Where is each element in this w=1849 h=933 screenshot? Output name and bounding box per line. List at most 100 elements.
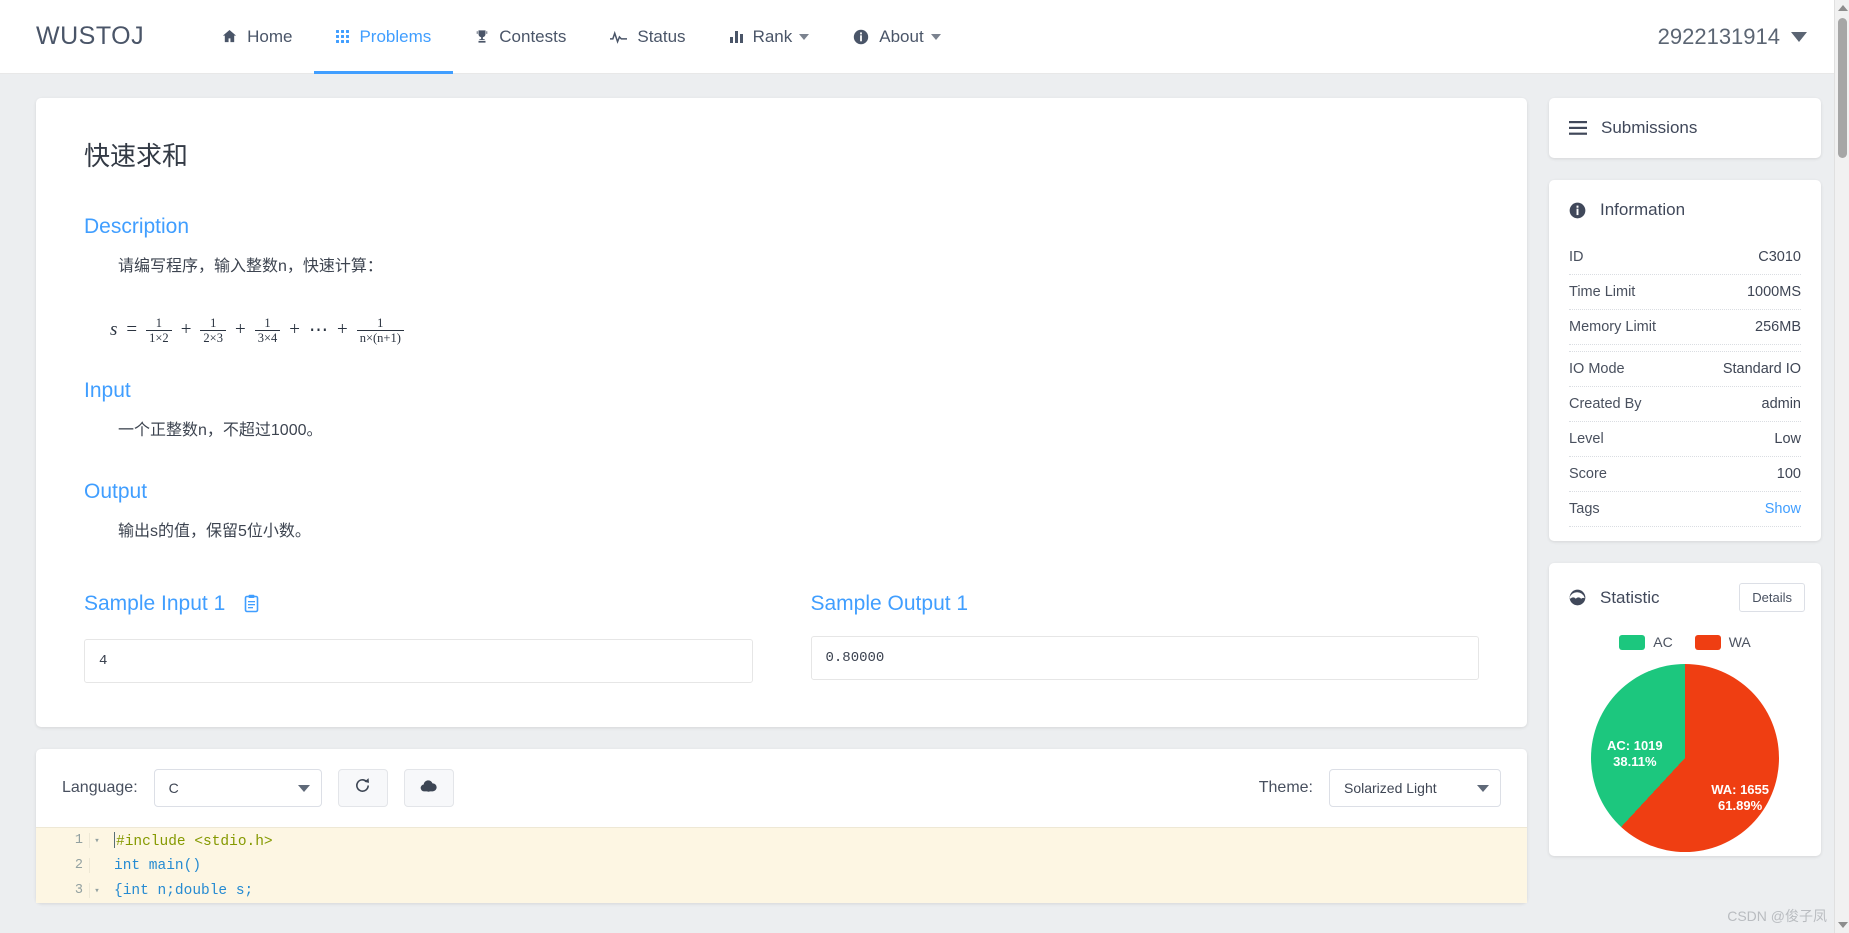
- code-line: 2 int main(): [36, 853, 1527, 878]
- submit-code-button[interactable]: [403, 769, 454, 808]
- info-row-spacer: [1569, 345, 1801, 352]
- formula-term-2-den: 2×3: [200, 329, 226, 345]
- formula-term-3-den: 3×4: [254, 329, 281, 345]
- home-icon: [222, 29, 237, 44]
- code-line-number: 3: [36, 883, 90, 899]
- theme-label: Theme:: [1258, 779, 1313, 797]
- code-fold-toggle[interactable]: ▾: [90, 886, 104, 896]
- statistic-details-button[interactable]: Details: [1739, 583, 1805, 612]
- left-column: 快速求和 Description 请编写程序，输入整数n，快速计算： s = 1…: [36, 98, 1527, 904]
- language-label: Language:: [62, 779, 138, 797]
- user-menu-label: 2922131914: [1657, 23, 1780, 49]
- editor-toolbar: Language: C Theme: Solarized Light: [36, 749, 1527, 827]
- input-text: 一个正整数n，不超过1000。: [118, 421, 323, 439]
- info-label: Time Limit: [1569, 284, 1636, 300]
- scroll-down-arrow-icon[interactable]: [1838, 922, 1848, 928]
- info-label: Level: [1569, 431, 1604, 447]
- code-line-number: 1: [36, 833, 90, 849]
- pie-chart[interactable]: AC: 1019 38.11% WA: 1655 61.89%: [1591, 664, 1779, 852]
- info-row-id: ID C3010: [1569, 240, 1801, 275]
- nav-item-home-label: Home: [247, 26, 293, 46]
- scroll-up-arrow-icon[interactable]: [1838, 5, 1848, 11]
- code-editor-card: Language: C Theme: Solarized Light 1 ▾ #…: [36, 749, 1527, 904]
- page-root: WUSTOJ Home Problems Contests Status Ran…: [0, 0, 1849, 933]
- language-select[interactable]: C: [153, 769, 322, 808]
- editor-toolbar-right: Theme: Solarized Light: [1258, 769, 1501, 808]
- code-line-text: #include <stdio.h>: [114, 831, 273, 850]
- info-value: Standard IO: [1722, 361, 1801, 377]
- language-select-value: C: [168, 780, 179, 797]
- submissions-card[interactable]: Submissions: [1549, 98, 1821, 158]
- legend-label-ac: AC: [1653, 634, 1673, 650]
- nav-item-about[interactable]: About: [831, 0, 962, 74]
- page-title: 快速求和: [84, 141, 189, 171]
- code-editor[interactable]: 1 ▾ #include <stdio.h> 2 int main() 3 ▾ …: [36, 827, 1527, 904]
- info-row-time-limit: Time Limit 1000MS: [1569, 275, 1801, 310]
- info-value: C3010: [1758, 249, 1801, 265]
- formula-term-3-num: 1: [264, 315, 271, 330]
- nav-item-contests[interactable]: Contests: [453, 0, 588, 74]
- legend-item-ac[interactable]: AC: [1619, 634, 1673, 650]
- code-fold-toggle[interactable]: ▾: [90, 836, 104, 846]
- output-heading: Output: [84, 479, 148, 503]
- info-label: Score: [1569, 466, 1607, 482]
- chart-legend: AC WA: [1549, 634, 1821, 650]
- pie-label-ac: AC: 1019 38.11%: [1607, 738, 1663, 770]
- description-text: 请编写程序，输入整数n，快速计算：: [118, 258, 383, 275]
- sample-output-block: Sample Output 1 0.80000: [810, 592, 1479, 683]
- info-label: Memory Limit: [1569, 319, 1657, 335]
- sample-output-value: 0.80000: [810, 636, 1479, 681]
- info-row-created-by: Created By admin: [1569, 387, 1801, 422]
- info-row-score: Score 100: [1569, 457, 1801, 492]
- refresh-icon: [354, 777, 371, 799]
- pie-chart-wrap: AC: 1019 38.11% WA: 1655 61.89%: [1549, 664, 1821, 856]
- code-line-text: {int n;double s;: [114, 882, 254, 899]
- legend-swatch-ac: [1619, 634, 1646, 650]
- theme-select-value: Solarized Light: [1344, 780, 1437, 797]
- scrollbar-thumb[interactable]: [1838, 18, 1847, 158]
- formula-plus-1: +: [180, 319, 192, 341]
- legend-label-wa: WA: [1728, 634, 1751, 650]
- sample-input-value: 4: [84, 639, 753, 684]
- formula-term-1: 1 1×2: [146, 316, 172, 345]
- nav-item-status[interactable]: Status: [588, 0, 707, 74]
- nav-item-rank-label: Rank: [752, 26, 793, 46]
- formula-term-3: 1 3×4: [254, 315, 281, 345]
- info-circle-icon: [853, 29, 869, 45]
- chevron-down-icon: [297, 785, 310, 793]
- site-logo[interactable]: WUSTOJ: [36, 22, 144, 51]
- nav-item-rank[interactable]: Rank: [708, 0, 832, 74]
- formula-plus-4: +: [336, 319, 348, 341]
- nav-item-about-label: About: [879, 26, 924, 46]
- statistic-header: Statistic Details: [1549, 563, 1821, 632]
- code-line: 3 ▾ {int n;double s;: [36, 878, 1527, 903]
- chevron-down-icon: [1477, 785, 1489, 793]
- description-heading: Description: [84, 215, 190, 238]
- user-menu[interactable]: 2922131914: [1658, 24, 1825, 50]
- nav-item-problems[interactable]: Problems: [314, 0, 454, 74]
- code-line: 1 ▾ #include <stdio.h>: [36, 828, 1527, 853]
- problem-card: 快速求和 Description 请编写程序，输入整数n，快速计算： s = 1…: [36, 98, 1527, 728]
- formula-term-last-den: n×(n+1): [356, 329, 404, 345]
- page-scrollbar[interactable]: [1834, 0, 1849, 933]
- reset-code-button[interactable]: [337, 769, 388, 808]
- formula-plus-2: +: [234, 319, 246, 341]
- copy-clipboard-icon[interactable]: [243, 595, 260, 618]
- info-row-memory-limit: Memory Limit 256MB: [1569, 310, 1801, 345]
- tags-show-link[interactable]: Show: [1765, 501, 1801, 517]
- submissions-label: Submissions: [1601, 118, 1698, 137]
- statistic-label: Statistic: [1600, 587, 1660, 607]
- sample-input-heading: Sample Input 1: [84, 592, 753, 619]
- sample-output-heading: Sample Output 1: [810, 592, 969, 616]
- theme-select[interactable]: Solarized Light: [1329, 769, 1501, 808]
- input-heading: Input: [84, 378, 131, 402]
- nav-item-contests-label: Contests: [499, 26, 567, 46]
- legend-item-wa[interactable]: WA: [1694, 634, 1751, 650]
- samples-row: Sample Input 1 4 Sample Output 1 0.80000: [84, 592, 1479, 684]
- formula-ellipsis: ⋯: [308, 319, 328, 341]
- formula-term-2-num: 1: [210, 315, 217, 330]
- info-row-level: Level Low: [1569, 422, 1801, 457]
- formula-plus-3: +: [289, 319, 300, 341]
- nav-item-home[interactable]: Home: [200, 0, 314, 74]
- info-value: Low: [1774, 431, 1801, 447]
